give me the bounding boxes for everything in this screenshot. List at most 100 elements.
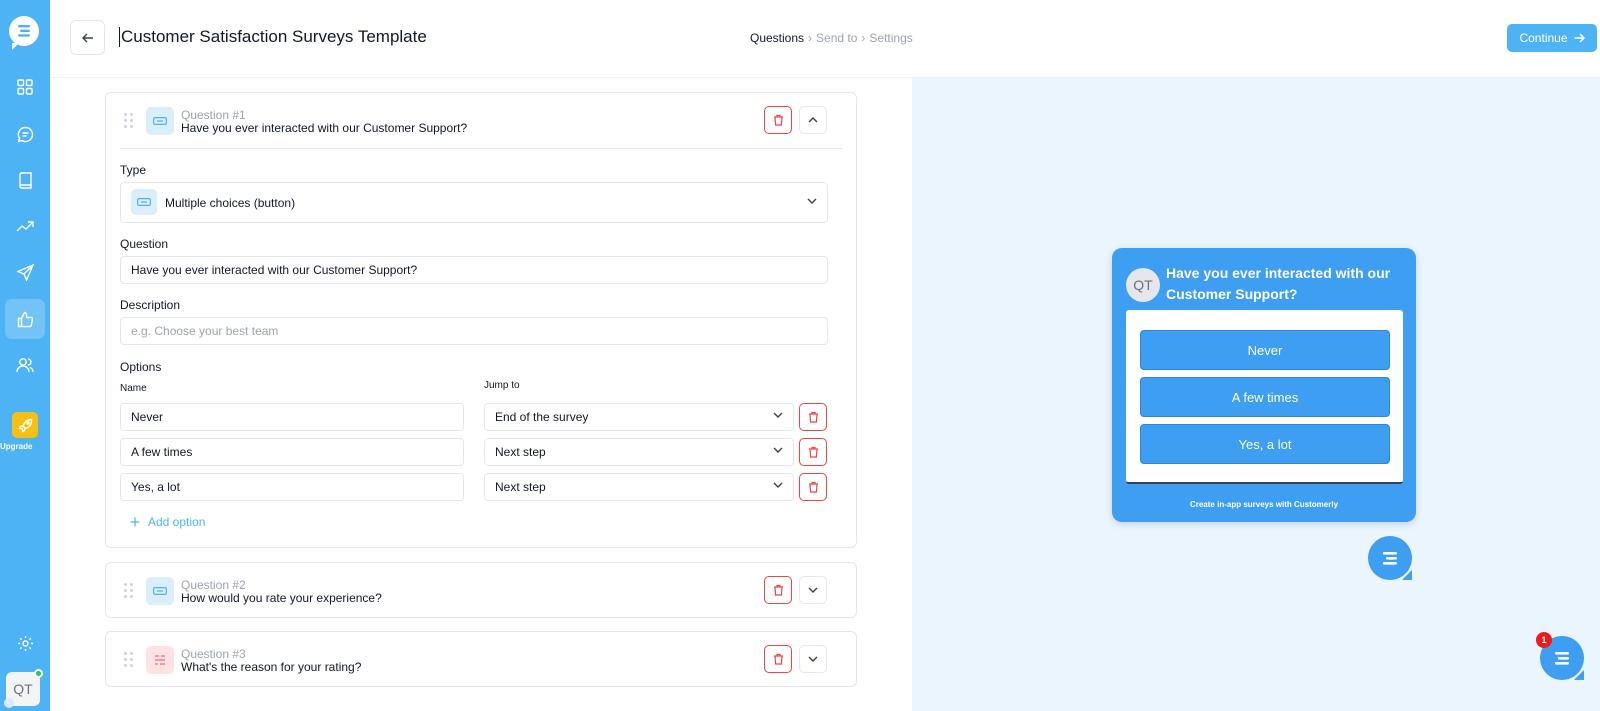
sidebar-item-campaigns[interactable] [9,256,41,288]
customerly-logo-icon[interactable] [9,16,39,50]
chevron-down-icon [773,482,783,488]
delete-option-button[interactable] [799,403,827,431]
upgrade-button[interactable]: Upgrade [0,412,50,451]
question-text: Have you ever interacted with our Custom… [181,121,468,135]
trash-icon [808,411,818,423]
sidebar-item-surveys[interactable] [5,299,45,339]
widget-option-button[interactable]: A few times [1140,377,1390,417]
type-select[interactable]: Multiple choices (button) [120,182,828,223]
delete-option-button[interactable] [799,473,827,501]
collapse-question-button[interactable] [799,106,827,134]
jump-to-select[interactable]: End of the survey [484,403,794,431]
question-text: What's the reason for your rating? [181,660,362,674]
gear-icon [17,635,33,651]
widget-footer[interactable]: Create in-app surveys with Customerly [1112,500,1416,509]
question-header[interactable]: Question #3 What's the reason for your r… [106,632,856,688]
widget-avatar: QT [1126,268,1160,302]
send-icon [16,263,34,281]
jump-to-column-label: Jump to [484,380,520,391]
jump-to-select[interactable]: Next step [484,473,794,501]
step-breadcrumb: Questions › Send to › Settings [750,31,913,45]
arrow-left-icon [81,33,93,42]
step-separator: › [808,31,813,45]
question-card[interactable]: Question #3 What's the reason for your r… [105,631,857,687]
sidebar-item-reports[interactable] [9,210,41,242]
sidebar: Upgrade QT [0,0,50,711]
continue-label: Continue [1519,31,1568,45]
user-avatar[interactable]: QT [4,669,43,708]
description-label: Description [120,298,181,312]
trash-icon [808,446,818,458]
description-input[interactable]: e.g. Choose your best team [120,317,828,345]
preview-chat-launcher[interactable] [1368,536,1412,580]
jump-to-value: Next step [495,445,546,459]
top-header: Customer Satisfaction Surveys Template Q… [50,0,1600,78]
sidebar-item-knowledge-base[interactable] [9,164,41,196]
survey-preview-panel: QT Have you ever interacted with our Cus… [912,78,1600,711]
arrow-right-icon [1574,33,1585,43]
search-mini-icon [4,698,14,708]
question-header[interactable]: Question #2 How would you rate your expe… [106,563,856,619]
sidebar-item-settings[interactable] [9,627,41,659]
options-label: Options [120,360,162,374]
chat-icon [16,126,33,143]
widget-option-button[interactable]: Yes, a lot [1140,424,1390,464]
button-type-icon [146,577,174,605]
step-questions[interactable]: Questions [750,31,804,45]
trash-icon [773,653,783,665]
drag-handle-icon[interactable] [124,113,134,129]
delete-question-button[interactable] [764,645,792,673]
drag-handle-icon[interactable] [124,583,134,599]
page-title[interactable]: Customer Satisfaction Surveys Template [119,27,427,47]
survey-editor: Question #1 Have you ever interacted wit… [50,78,912,711]
delete-question-button[interactable] [764,576,792,604]
sidebar-item-dashboard[interactable] [9,71,41,103]
question-card[interactable]: Question #2 How would you rate your expe… [105,562,857,618]
option-name-input[interactable]: A few times [120,438,464,466]
jump-to-select[interactable]: Next step [484,438,794,466]
question-label: Question [120,237,169,251]
users-icon [16,358,34,373]
thumbs-up-icon [17,311,33,327]
option-name-input[interactable]: Never [120,403,464,431]
survey-widget-preview: QT Have you ever interacted with our Cus… [1112,248,1416,522]
step-send-to[interactable]: Send to [816,31,857,45]
widget-options-body: Never A few times Yes, a lot [1126,310,1403,484]
trash-icon [808,481,818,493]
delete-option-button[interactable] [799,438,827,466]
chat-launcher-button[interactable]: 1 [1536,632,1584,680]
jump-to-value: Next step [495,480,546,494]
expand-question-button[interactable] [799,576,827,604]
divider [120,148,842,149]
text-lines-icon [146,646,174,674]
question-number: Question #1 [181,108,246,122]
step-settings[interactable]: Settings [869,31,912,45]
question-input[interactable]: Have you ever interacted with our Custom… [120,256,828,284]
trash-icon [773,114,783,126]
chevron-down-icon [808,587,818,593]
unread-badge: 1 [1536,632,1552,648]
name-column-label: Name [120,383,147,394]
sidebar-item-conversations[interactable] [9,118,41,150]
add-option-button[interactable]: Add option [130,515,205,529]
expand-question-button[interactable] [799,645,827,673]
book-icon [18,171,32,189]
button-type-icon [146,107,174,135]
customerly-logo-icon [1555,651,1569,665]
type-label: Type [120,163,147,177]
widget-option-button[interactable]: Never [1140,330,1390,370]
question-header[interactable]: Question #1 Have you ever interacted wit… [106,93,856,149]
sidebar-item-contacts[interactable] [9,349,41,381]
drag-handle-icon[interactable] [124,652,134,668]
continue-button[interactable]: Continue [1507,24,1597,52]
back-button[interactable] [70,20,105,55]
question-card: Question #1 Have you ever interacted wit… [105,92,857,548]
grid-icon [17,79,33,95]
chevron-down-icon [807,198,817,204]
jump-to-value: End of the survey [495,410,589,424]
online-status-dot [34,669,43,678]
option-name-input[interactable]: Yes, a lot [120,473,464,501]
widget-question-title: Have you ever interacted with our Custom… [1166,265,1391,302]
step-separator: › [861,31,866,45]
delete-question-button[interactable] [764,106,792,134]
